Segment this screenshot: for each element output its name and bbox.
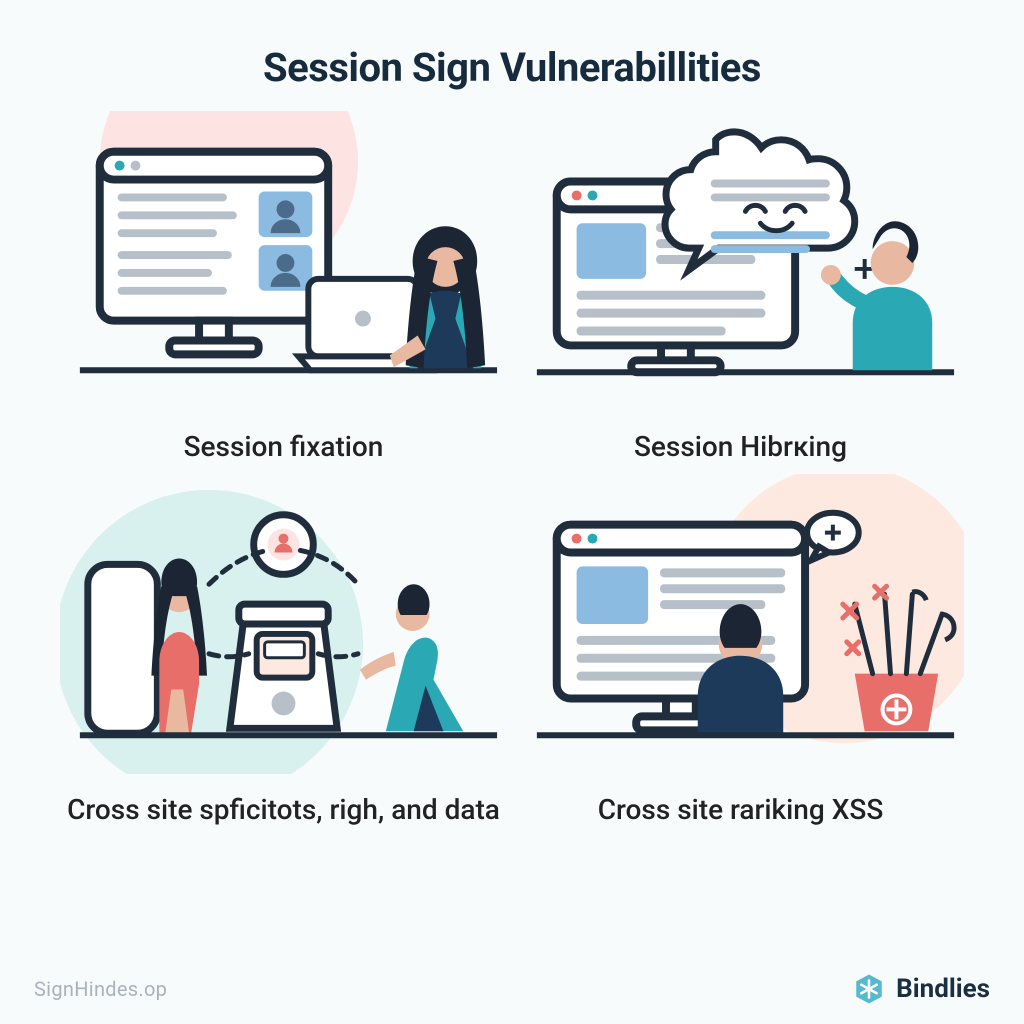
panel-cross-site-xss: Cross site rariking XSS bbox=[517, 474, 964, 827]
caption-session-fixation: Session fixation bbox=[184, 429, 384, 464]
brand-logo-icon bbox=[852, 972, 886, 1006]
illustration-cross-site-xss bbox=[517, 474, 964, 774]
caption-cross-site-data: Cross site spficitots, righ, and data bbox=[67, 792, 500, 827]
caption-cross-site-xss: Cross site rariking XSS bbox=[598, 792, 884, 827]
footer: SignHindes.op Bindlies bbox=[0, 972, 1024, 1006]
illustration-session-hijacking bbox=[517, 111, 964, 411]
panel-grid: Session fixation bbox=[0, 91, 1024, 827]
illustration-cross-site-data bbox=[60, 474, 507, 774]
illustration-session-fixation bbox=[60, 111, 507, 411]
caption-session-hijacking: Session Hibrкing bbox=[634, 429, 847, 464]
brand-name: Bindlies bbox=[896, 974, 990, 1004]
panel-cross-site-data: Cross site spficitots, righ, and data bbox=[60, 474, 507, 827]
footer-site-label: SignHindes.op bbox=[34, 977, 167, 1001]
panel-session-fixation: Session fixation bbox=[60, 111, 507, 464]
footer-brand: Bindlies bbox=[852, 972, 990, 1006]
page-title: Session Sign Vulnerabillities bbox=[0, 0, 1024, 91]
panel-session-hijacking: Session Hibrкing bbox=[517, 111, 964, 464]
